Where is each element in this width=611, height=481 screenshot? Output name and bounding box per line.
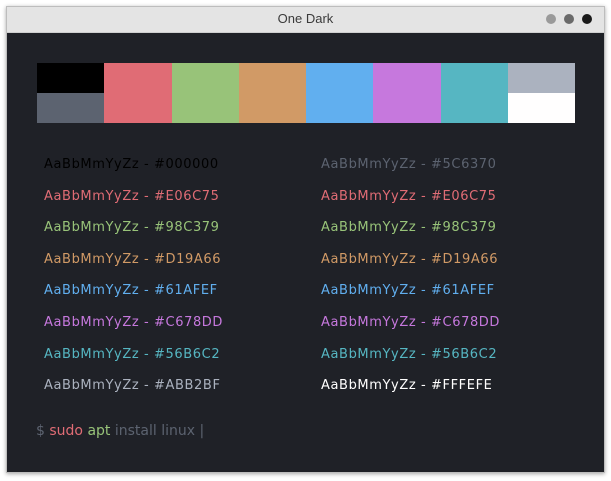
swatch-normal	[37, 63, 105, 93]
swatch-column	[171, 63, 239, 123]
swatch-bright	[37, 93, 105, 123]
color-sample-left: AaBbMmYyZz - #C678DD	[44, 315, 224, 330]
swatch-normal	[440, 63, 508, 93]
swatch-normal	[507, 63, 575, 93]
swatch-normal	[306, 63, 374, 93]
color-palette	[37, 63, 575, 123]
swatch-bright	[373, 93, 441, 123]
swatch-normal	[238, 63, 306, 93]
color-sample-right: AaBbMmYyZz - #61AFEF	[321, 283, 495, 299]
title-bar[interactable]: One Dark	[7, 7, 604, 33]
maximize-button[interactable]	[564, 14, 574, 24]
swatch-column	[507, 63, 575, 123]
prompt-subcommand: apt	[87, 423, 111, 439]
swatch-bright	[171, 93, 239, 123]
command-prompt[interactable]: $ sudo apt install linux |	[36, 423, 204, 439]
minimize-button[interactable]	[546, 14, 556, 24]
color-sample-left: AaBbMmYyZz - #D19A66	[44, 251, 222, 267]
prompt-symbol: $	[36, 423, 45, 439]
swatch-column	[104, 63, 172, 123]
color-sample-right: AaBbMmYyZz - #98C379	[321, 220, 497, 236]
color-sample-right: AaBbMmYyZz - #C678DD	[321, 315, 501, 330]
swatch-bright	[238, 93, 306, 123]
swatch-bright	[104, 93, 172, 123]
swatch-column	[373, 63, 441, 123]
swatch-normal	[171, 63, 239, 93]
color-sample-right: AaBbMmYyZz - #56B6C2	[321, 346, 498, 362]
prompt-command: sudo	[49, 423, 83, 439]
swatch-column	[238, 63, 306, 123]
color-sample-left: AaBbMmYyZz - #000000	[44, 157, 219, 172]
swatch-bright	[440, 93, 508, 123]
color-sample-right: AaBbMmYyZz - #E06C75	[321, 188, 497, 204]
color-sample-right: AaBbMmYyZz - #FFFEFE	[321, 378, 493, 394]
cursor: |	[199, 423, 205, 439]
color-sample-left: AaBbMmYyZz - #E06C75	[44, 188, 220, 204]
prompt-args: install linux	[114, 423, 196, 439]
swatch-normal	[104, 63, 172, 93]
close-button[interactable]	[582, 14, 592, 24]
color-sample-right: AaBbMmYyZz - #5C6370	[321, 157, 497, 172]
color-sample-left: AaBbMmYyZz - #56B6C2	[44, 346, 221, 362]
color-sample-left: AaBbMmYyZz - #98C379	[44, 220, 220, 236]
color-sample-right: AaBbMmYyZz - #D19A66	[321, 251, 499, 267]
color-sample-left: AaBbMmYyZz - #61AFEF	[44, 283, 218, 299]
swatch-bright	[507, 93, 575, 123]
swatch-bright	[306, 93, 374, 123]
color-sample-left: AaBbMmYyZz - #ABB2BF	[44, 378, 221, 394]
window-title: One Dark	[277, 11, 334, 26]
swatch-column	[440, 63, 508, 123]
swatch-column	[37, 63, 105, 123]
swatch-normal	[373, 63, 441, 93]
terminal-window: One Dark AaBbMmYyZz - #000000 AaBbMmYyZz …	[6, 6, 605, 473]
swatch-column	[306, 63, 374, 123]
